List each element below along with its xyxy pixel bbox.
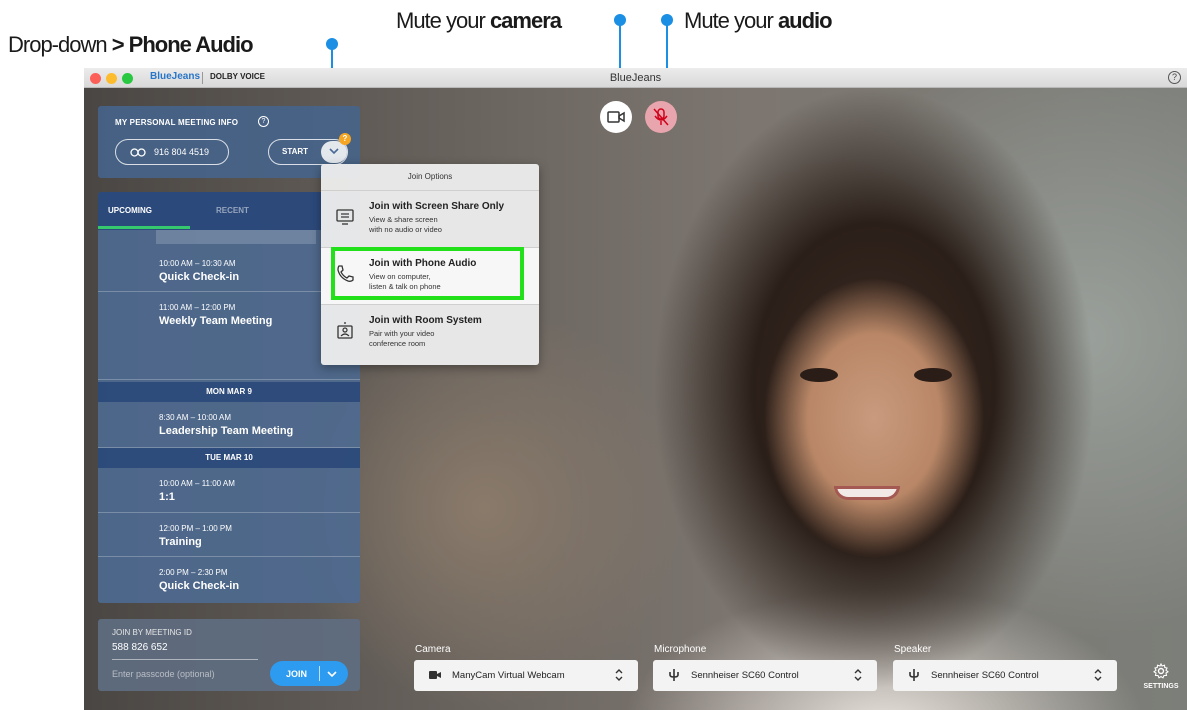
passcode-input[interactable]: Enter passcode (optional) bbox=[112, 669, 215, 679]
microphone-toggle-button[interactable] bbox=[645, 101, 677, 133]
video-mouth bbox=[834, 486, 900, 500]
bluejeans-window: BlueJeans DOLBY VOICE BlueJeans ? MY PER… bbox=[84, 68, 1187, 710]
join-button[interactable]: JOIN bbox=[270, 661, 348, 686]
microphone-label: Microphone bbox=[654, 644, 707, 655]
camera-select-value: ManyCam Virtual Webcam bbox=[452, 670, 565, 681]
meeting-name: Leadership Team Meeting bbox=[159, 425, 294, 437]
updown-chevron-icon bbox=[854, 669, 862, 681]
menu-item-screen-share-only[interactable]: Join with Screen Share Only View & share… bbox=[321, 191, 539, 247]
usb-device-icon bbox=[669, 669, 679, 681]
speaker-label: Speaker bbox=[894, 644, 932, 655]
meeting-row[interactable]: 12:00 PM – 1:00 PM Training bbox=[98, 513, 360, 557]
meeting-time: 8:30 AM – 10:00 AM bbox=[159, 413, 232, 422]
meeting-row[interactable]: 2:00 PM – 2:30 PM Quick Check-in bbox=[98, 557, 360, 603]
menu-item-title: Join with Room System bbox=[369, 315, 482, 326]
join-by-id-label: JOIN BY MEETING ID bbox=[112, 628, 192, 637]
speaker-select-value: Sennheiser SC60 Control bbox=[931, 670, 1039, 681]
tab-upcoming[interactable]: UPCOMING bbox=[108, 206, 152, 215]
highlight-box bbox=[331, 247, 524, 300]
microphone-muted-icon bbox=[653, 108, 669, 126]
camera-toggle-button[interactable] bbox=[600, 101, 632, 133]
settings-label: SETTINGS bbox=[1143, 683, 1179, 690]
window-title: BlueJeans bbox=[609, 72, 662, 84]
usb-device-icon bbox=[909, 669, 919, 681]
updown-chevron-icon bbox=[615, 669, 623, 681]
join-options-title: Join Options bbox=[407, 172, 453, 181]
meeting-name: 1:1 bbox=[159, 491, 175, 503]
meeting-name: Training bbox=[159, 536, 202, 548]
active-tab-indicator bbox=[98, 226, 190, 229]
meeting-time: 2:00 PM – 2:30 PM bbox=[159, 568, 228, 577]
personal-meeting-phone: 916 804 4519 bbox=[154, 147, 210, 157]
updown-chevron-icon bbox=[1094, 669, 1102, 681]
chevron-down-icon bbox=[329, 148, 339, 155]
join-label: JOIN bbox=[286, 669, 308, 679]
day-header: TUE MAR 10 bbox=[98, 448, 360, 468]
meeting-time: 10:00 AM – 10:30 AM bbox=[159, 259, 236, 268]
meeting-row[interactable]: 8:30 AM – 10:00 AM Leadership Team Meeti… bbox=[98, 402, 360, 448]
personal-meeting-info-title: MY PERSONAL MEETING INFO bbox=[115, 118, 239, 127]
camera-select[interactable]: ManyCam Virtual Webcam bbox=[414, 660, 638, 691]
join-by-meeting-id-card: JOIN BY MEETING ID 588 826 652 Enter pas… bbox=[98, 619, 360, 691]
meeting-row[interactable]: 10:00 AM – 11:00 AM 1:1 bbox=[98, 468, 360, 513]
chevron-down-icon[interactable] bbox=[327, 671, 337, 678]
microphone-select[interactable]: Sennheiser SC60 Control bbox=[653, 660, 877, 691]
meeting-time: 10:00 AM – 11:00 AM bbox=[159, 479, 235, 488]
join-button-divider bbox=[319, 666, 320, 681]
annotation-dropdown: Drop-down > Phone Audio bbox=[8, 32, 254, 57]
start-meeting-button[interactable]: START bbox=[268, 139, 348, 165]
annotation-camera: Mute your camera bbox=[396, 8, 562, 33]
settings-button[interactable]: SETTINGS bbox=[1139, 661, 1183, 693]
menu-item-description: Pair with your video conference room bbox=[369, 329, 435, 348]
meeting-name: Quick Check-in bbox=[159, 271, 240, 283]
gear-icon bbox=[1153, 663, 1169, 679]
link-icon bbox=[130, 148, 146, 157]
room-system-icon bbox=[337, 322, 353, 339]
camera-label: Camera bbox=[415, 644, 451, 655]
meeting-time: 11:00 AM – 12:00 PM bbox=[159, 303, 236, 312]
speaker-select[interactable]: Sennheiser SC60 Control bbox=[893, 660, 1117, 691]
join-options-menu: Join Options Join with Screen Share Only… bbox=[321, 164, 539, 365]
tooltip-badge: ? bbox=[339, 133, 351, 145]
video-eye-left bbox=[800, 368, 838, 382]
day-header: MON MAR 9 bbox=[98, 382, 360, 402]
meeting-name: Quick Check-in bbox=[159, 580, 240, 592]
help-icon[interactable]: ? bbox=[1168, 71, 1181, 84]
meeting-name: Weekly Team Meeting bbox=[159, 315, 273, 327]
video-eye-right bbox=[914, 368, 952, 382]
menu-item-title: Join with Screen Share Only bbox=[369, 201, 505, 212]
microphone-select-value: Sennheiser SC60 Control bbox=[691, 670, 799, 681]
meeting-time: 12:00 PM – 1:00 PM bbox=[159, 524, 232, 533]
info-help-icon[interactable]: ? bbox=[258, 116, 269, 127]
title-bar: BlueJeans DOLBY VOICE BlueJeans ? bbox=[84, 68, 1187, 88]
screen-share-icon bbox=[336, 209, 354, 225]
meeting-id-underline bbox=[112, 659, 258, 660]
annotation-audio: Mute your audio bbox=[684, 8, 833, 33]
menu-item-room-system[interactable]: Join with Room System Pair with your vid… bbox=[321, 305, 539, 361]
menu-item-description: View & share screen with no audio or vid… bbox=[369, 215, 442, 234]
video-camera-icon bbox=[429, 671, 441, 679]
personal-meeting-id-pill[interactable]: 916 804 4519 bbox=[115, 139, 229, 165]
video-camera-icon bbox=[607, 111, 625, 123]
tab-recent[interactable]: RECENT bbox=[216, 206, 249, 215]
meeting-id-input[interactable]: 588 826 652 bbox=[112, 642, 168, 653]
start-label: START bbox=[282, 147, 309, 156]
scroll-shadow bbox=[156, 230, 316, 244]
screenshot-stage: Drop-down > Phone Audio Mute your camera… bbox=[0, 0, 1187, 710]
